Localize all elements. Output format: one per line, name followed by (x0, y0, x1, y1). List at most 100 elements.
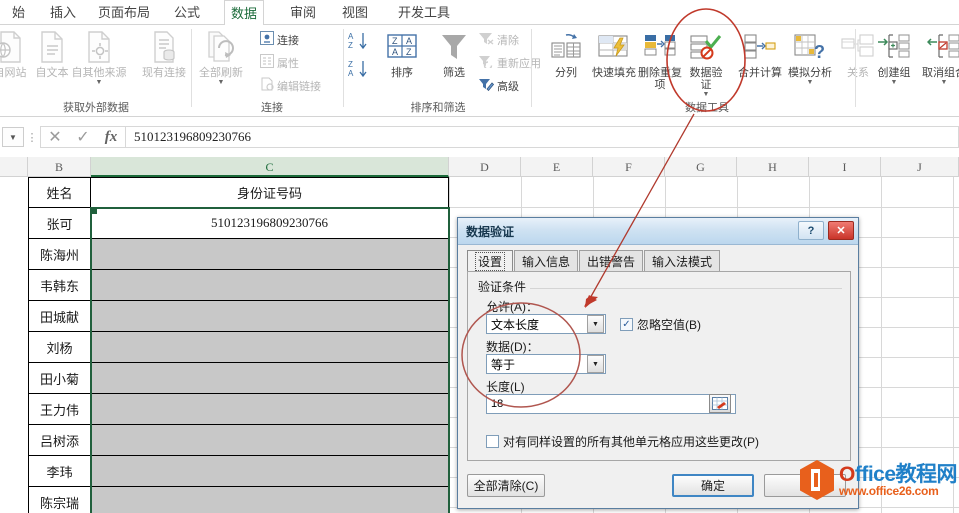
chevron-down-icon[interactable]: ▼ (868, 79, 920, 86)
button-existing-connections[interactable]: 现有连接 (138, 27, 190, 79)
connections-icon (260, 31, 274, 48)
name-box-dropdown[interactable]: ▼ (2, 127, 24, 147)
data-validation-icon (686, 27, 726, 67)
formula-bar: ▼ ⋮ ✕ ✓ fx 510123196809230766 (0, 118, 959, 156)
column-header-g[interactable]: G (665, 157, 737, 177)
button-edit-links[interactable]: 编辑链接 (260, 75, 321, 96)
cancel-icon[interactable]: ✕ (41, 127, 69, 147)
apply-all-checkbox-row[interactable]: 对有同样设置的所有其他单元格应用这些更改(P) (486, 433, 759, 450)
allow-label: 允许(A)： (486, 298, 538, 315)
tab-review[interactable]: 审阅 (284, 0, 322, 25)
cell-b5[interactable]: 田城献 (28, 301, 91, 332)
help-button[interactable]: ? (798, 221, 824, 240)
enter-icon[interactable]: ✓ (69, 127, 97, 147)
cell-b11[interactable]: 陈宗瑞 (28, 487, 91, 513)
cell-c1[interactable]: 身份证号码 (91, 177, 449, 208)
button-properties[interactable]: 属性 (260, 52, 299, 73)
dialog-title-bar[interactable]: 数据验证 ? ✕ (458, 218, 858, 245)
sort-desc-icon[interactable]: ZA (348, 59, 370, 84)
button-flash-fill[interactable]: 快速填充 (588, 27, 640, 79)
apply-all-checkbox[interactable] (486, 435, 499, 448)
cell-c4[interactable] (91, 270, 449, 301)
cell-b1[interactable]: 姓名 (28, 177, 91, 208)
column-header-e[interactable]: E (521, 157, 593, 177)
button-label: 删除重复项 (638, 67, 682, 91)
tab-developer[interactable]: 开发工具 (392, 0, 456, 25)
button-connections[interactable]: 连接 (260, 29, 299, 50)
cell-c10[interactable] (91, 456, 449, 487)
formula-input[interactable]: 510123196809230766 (126, 126, 959, 148)
chevron-down-icon[interactable]: ▼ (916, 79, 959, 86)
button-what-if-analysis[interactable]: ? 模拟分析 ▼ (784, 27, 836, 86)
button-remove-duplicates[interactable]: 删除重复项 (638, 27, 682, 91)
button-consolidate[interactable]: 合并计算 (734, 27, 786, 79)
chevron-down-icon[interactable]: ▼ (784, 79, 836, 86)
dialog-tab-settings[interactable]: 设置 (467, 250, 513, 272)
button-advanced-filter[interactable]: 高级 (478, 75, 519, 96)
cell-c2[interactable]: 510123196809230766 (91, 208, 449, 239)
column-header-f[interactable]: F (593, 157, 665, 177)
dialog-tab-input-message[interactable]: 输入信息 (514, 250, 578, 272)
cell-b3[interactable]: 陈海州 (28, 239, 91, 270)
dialog-tab-error-alert[interactable]: 出错警告 (579, 250, 643, 272)
formula-bar-grip[interactable]: ⋮ (24, 131, 40, 144)
column-header-i[interactable]: I (809, 157, 881, 177)
button-from-other-sources[interactable]: 自其他来源 ▼ (66, 27, 132, 86)
cell-b2[interactable]: 张可 (28, 208, 91, 239)
cell-b10[interactable]: 李玮 (28, 456, 91, 487)
length-input[interactable]: 18 (486, 394, 736, 414)
select-all-corner[interactable] (0, 157, 28, 177)
cell-c9[interactable] (91, 425, 449, 456)
data-operator-select[interactable]: 等于 ▼ (486, 354, 606, 374)
column-header-j[interactable]: J (881, 157, 959, 177)
cell-b7[interactable]: 田小菊 (28, 363, 91, 394)
column-header-d[interactable]: D (449, 157, 521, 177)
chevron-down-icon[interactable]: ▼ (192, 79, 250, 86)
chevron-down-icon[interactable]: ▼ (587, 355, 604, 373)
cell-b9[interactable]: 吕树添 (28, 425, 91, 456)
allow-select[interactable]: 文本长度 ▼ (486, 314, 606, 334)
dialog-tab-ime-mode[interactable]: 输入法模式 (644, 250, 720, 272)
cell-c3[interactable] (91, 239, 449, 270)
chevron-down-icon[interactable]: ▼ (587, 315, 604, 333)
button-data-validation[interactable]: 数据验证 ▼ (686, 27, 726, 98)
close-button[interactable]: ✕ (828, 221, 854, 240)
insert-function-icon[interactable]: fx (97, 129, 125, 146)
column-header-b[interactable]: B (28, 157, 91, 177)
cell-b4[interactable]: 韦韩东 (28, 270, 91, 301)
ignore-blank-checkbox-row[interactable]: ✓ 忽略空值(B) (620, 316, 701, 333)
tab-page-layout[interactable]: 页面布局 (92, 0, 156, 25)
button-refresh-all[interactable]: 全部刷新 ▼ (192, 27, 250, 86)
column-header-c[interactable]: C (91, 157, 449, 177)
cell-c8[interactable] (91, 394, 449, 425)
chevron-down-icon[interactable]: ▼ (686, 91, 726, 98)
button-group[interactable]: 创建组 ▼ (868, 27, 920, 86)
button-label: 筛选 (428, 67, 480, 79)
column-header-h[interactable]: H (737, 157, 809, 177)
ok-button[interactable]: 确定 (672, 474, 754, 497)
button-text-to-columns[interactable]: 分列 (540, 27, 592, 79)
tab-home[interactable]: 始 (6, 0, 31, 25)
button-ungroup[interactable]: 取消组合 ▼ (916, 27, 959, 86)
cell-c7[interactable] (91, 363, 449, 394)
cell-c6[interactable] (91, 332, 449, 363)
tab-insert[interactable]: 插入 (44, 0, 82, 25)
cell-c11[interactable] (91, 487, 449, 513)
button-clear-filter[interactable]: 清除 (478, 29, 519, 50)
tab-formulas[interactable]: 公式 (168, 0, 206, 25)
selection-handle[interactable] (92, 209, 97, 214)
sort-dialog-icon: ZAAZ (376, 27, 428, 67)
sort-asc-icon[interactable]: AZ (348, 31, 370, 56)
ignore-blank-checkbox[interactable]: ✓ (620, 318, 633, 331)
cell-b6[interactable]: 刘杨 (28, 332, 91, 363)
button-label: 属性 (277, 55, 299, 71)
chevron-down-icon[interactable]: ▼ (66, 79, 132, 86)
clear-all-button[interactable]: 全部清除(C) (467, 474, 545, 497)
button-sort[interactable]: ZAAZ 排序 (376, 27, 428, 79)
button-filter[interactable]: 筛选 (428, 27, 480, 79)
cell-c5[interactable] (91, 301, 449, 332)
tab-view[interactable]: 视图 (336, 0, 374, 25)
cell-b8[interactable]: 王力伟 (28, 394, 91, 425)
tab-data[interactable]: 数据 (224, 0, 264, 26)
range-selector-icon[interactable] (709, 394, 731, 413)
